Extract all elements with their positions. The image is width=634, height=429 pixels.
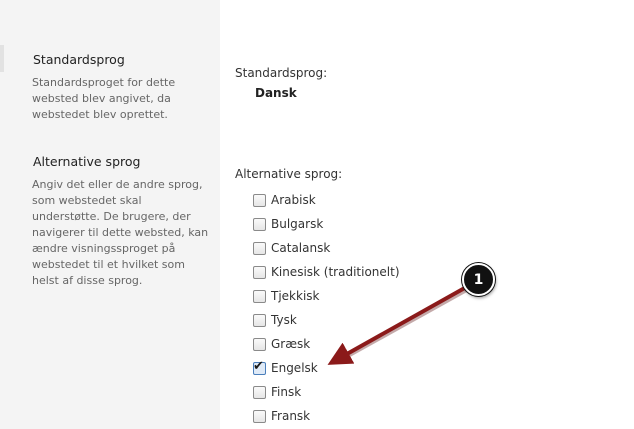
callout-arrow-icon	[327, 283, 473, 365]
callout-number-badge: 1	[462, 263, 495, 296]
